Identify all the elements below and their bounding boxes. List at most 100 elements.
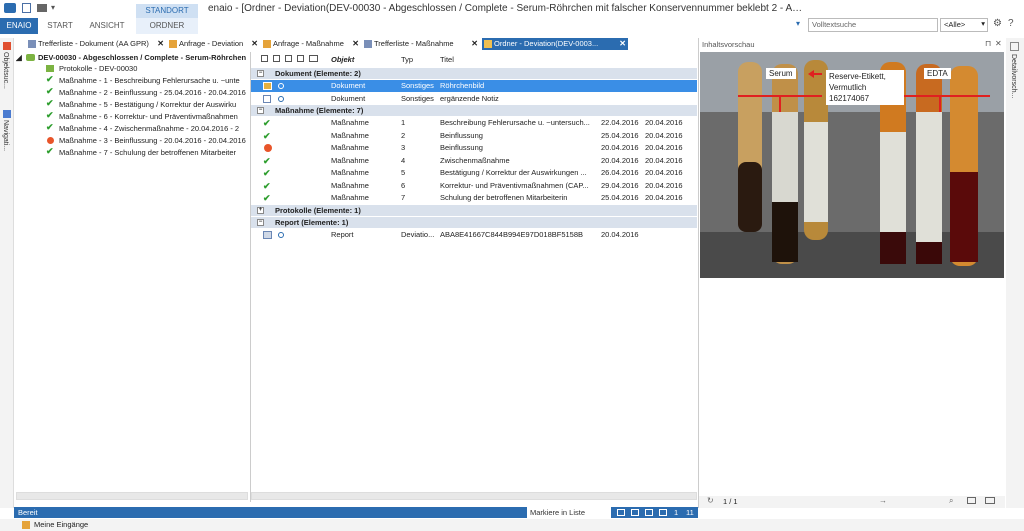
column-header-typ[interactable]: Typ <box>401 55 413 64</box>
sort-icon[interactable] <box>273 55 280 62</box>
marker-field[interactable]: Markiere in Liste <box>527 507 611 518</box>
tree-item[interactable]: Protokolle - DEV-00030 <box>46 63 248 74</box>
search-scope-select[interactable]: <Alle> ▾ <box>940 18 988 32</box>
list-view-icon[interactable] <box>631 509 639 516</box>
tab-anfrage-deviation[interactable]: Anfrage - Deviation ✕ <box>167 38 260 50</box>
table-row[interactable]: Maßnahme 3 Beinflussung 20.04.2016 20.04.201… <box>251 142 697 154</box>
sidebar-item-detailvorschau[interactable]: Detailvorsch... <box>1010 54 1017 98</box>
tab-trefferliste-dokument[interactable]: Trefferliste - Dokument (AA GPR) ✕ <box>26 38 166 50</box>
print-icon[interactable] <box>297 55 304 62</box>
table-row[interactable]: Dokument Sonstiges ergänzende Notiz <box>251 93 697 105</box>
layout-icon[interactable] <box>985 497 995 504</box>
window-title: enaio - [Ordner - Deviation(DEV-00030 - … <box>208 3 808 14</box>
help-icon[interactable]: ? <box>1008 18 1014 29</box>
tab-anfrage-massnahme[interactable]: Anfrage - Maßnahme ✕ <box>261 38 361 50</box>
cell-typ: Sonstiges <box>401 81 434 90</box>
columns-icon[interactable] <box>309 55 318 62</box>
list-scrollbar[interactable] <box>251 492 697 500</box>
table-row[interactable]: Report Deviatio... ABA8E41667C844B994E97D0… <box>251 229 697 241</box>
dropdown-icon[interactable]: ▾ <box>51 3 55 12</box>
close-icon[interactable]: ✕ <box>251 38 258 50</box>
total-count: 11 <box>686 508 694 517</box>
tree-view-icon[interactable] <box>617 509 625 516</box>
navigation-icon[interactable] <box>3 110 11 118</box>
pin-icon[interactable]: ⊓ <box>985 39 991 48</box>
table-row[interactable]: ✔ Maßnahme 4 Zwischenmaßnahme 20.04.2016 20.0… <box>251 155 697 167</box>
filter-icon[interactable] <box>261 55 268 62</box>
fulltext-search-input[interactable]: Volltextsuche <box>808 18 938 32</box>
arrow-right-icon[interactable]: → <box>879 496 887 505</box>
tree-item[interactable]: ✔ Maßnahme - 6 - Korrektur- und Präventiv… <box>46 111 248 122</box>
detail-preview-icon[interactable] <box>1010 42 1019 51</box>
table-row[interactable]: ✔ Maßnahme 1 Beschreibung Fehlerursache u. … <box>251 117 697 129</box>
close-icon[interactable]: ✕ <box>352 38 359 50</box>
print-icon[interactable] <box>37 4 47 12</box>
cell-d2: 20.04.2016 <box>645 118 683 127</box>
close-icon[interactable]: ✕ <box>471 38 478 50</box>
meine-eingaenge-link[interactable]: Meine Eingänge <box>34 519 88 531</box>
preview-title: Inhaltsvorschau <box>702 40 755 49</box>
tree-item[interactable]: ✔ Maßnahme - 5 - Bestätigung / Korrektur … <box>46 99 248 110</box>
tree-item[interactable]: ✔ Maßnahme - 4 - Zwischenmaßnahme - 20.04… <box>46 123 248 134</box>
tab-label: Trefferliste - Maßnahme <box>374 39 454 48</box>
ribbon-tab-enaio[interactable]: ENAIO <box>0 18 38 34</box>
column-header-titel[interactable]: Titel <box>440 55 454 64</box>
lock-icon[interactable] <box>285 55 292 62</box>
sidebar-item-objektsuche[interactable]: Objektsuc... <box>2 52 9 89</box>
collapse-icon[interactable]: − <box>257 70 264 77</box>
right-sidebar-strip: Detailvorsch... <box>1006 38 1024 508</box>
collapse-icon[interactable]: + <box>257 206 264 214</box>
zoom-icon[interactable]: ⌕ <box>949 496 953 506</box>
table-row[interactable]: ✔ Maßnahme 7 Schulung der betroffenen Mitar… <box>251 192 697 204</box>
sidebar-item-navigation[interactable]: Navigati... <box>2 120 9 151</box>
cell-d1: 20.04.2016 <box>601 229 639 239</box>
tree-item-label: Maßnahme - 2 - Beinflussung - 25.04.2016… <box>59 88 246 97</box>
cell-titel: Korrektur- und Präventivmaßnahmen (CAP..… <box>440 180 589 190</box>
collapse-icon[interactable]: − <box>257 218 264 226</box>
tree-item[interactable]: ✔ Maßnahme - 1 - Beschreibung Fehlerursac… <box>46 75 248 86</box>
tab-ordner-deviation[interactable]: Ordner - Deviation(DEV-0003... ✕ <box>482 38 628 50</box>
group-header[interactable]: − Report (Elemente: 1) <box>251 216 697 228</box>
tree-item[interactable]: ✔ Maßnahme - 7 - Schulung der betroffenen… <box>46 147 248 158</box>
fit-icon[interactable] <box>967 497 976 504</box>
status-bar: Bereit Markiere in Liste 1 11 <box>14 507 698 518</box>
group-header[interactable]: − Dokument (Elemente: 2) <box>251 68 697 79</box>
search-dropdown-icon[interactable]: ▾ <box>796 19 800 28</box>
tree-scrollbar[interactable] <box>16 492 248 500</box>
expand-icon[interactable]: ◢ <box>16 52 22 63</box>
group-label: Protokolle (Elemente: 1) <box>275 205 361 215</box>
close-icon[interactable]: ✕ <box>619 38 626 50</box>
tree-item-label: Maßnahme - 7 - Schulung der betroffenen … <box>59 148 237 157</box>
table-row[interactable]: ✔ Maßnahme 5 Bestätigung / Korrektur der Au… <box>251 167 697 179</box>
close-icon[interactable]: ✕ <box>157 38 164 50</box>
check-icon: ✔ <box>46 123 54 132</box>
cell-nr: 7 <box>401 193 406 202</box>
tab-trefferliste-massnahme[interactable]: Trefferliste - Maßnahme ✕ <box>362 38 480 50</box>
cell-nr: 3 <box>401 143 406 152</box>
group-header[interactable]: + Protokolle (Elemente: 1) <box>251 204 697 216</box>
column-header-objekt[interactable]: Objekt <box>331 55 354 64</box>
ribbon-tab-ordner[interactable]: ORDNER <box>136 18 198 34</box>
group-header[interactable]: − Maßnahme (Elemente: 7) <box>251 105 697 116</box>
ribbon-tab-start[interactable]: START <box>40 18 80 34</box>
refresh-icon[interactable]: ↻ <box>707 496 714 505</box>
app-logo-icon[interactable] <box>4 3 16 13</box>
new-icon[interactable] <box>22 3 31 13</box>
grid-view-icon[interactable] <box>659 509 667 516</box>
object-search-icon[interactable] <box>3 42 11 50</box>
collapse-icon[interactable]: − <box>257 107 264 114</box>
close-icon[interactable]: ✕ <box>995 39 1002 48</box>
cell-titel: Röhrchenbild <box>440 81 485 90</box>
document-tabs: Trefferliste - Dokument (AA GPR) ✕ Anfra… <box>26 38 696 50</box>
tree-item[interactable]: ✔ Maßnahme - 2 - Beinflussung - 25.04.201… <box>46 87 248 98</box>
settings-icon[interactable]: ⚙ <box>993 18 1002 29</box>
tree-root[interactable]: ◢ DEV-00030 - Abgeschlossen / Complete -… <box>16 52 248 63</box>
table-row[interactable]: ✔ Maßnahme 2 Beinflussung 25.04.2016 20.04.20… <box>251 130 697 142</box>
table-row[interactable]: ✔ Maßnahme 6 Korrektur- und Präventivmaßnah… <box>251 180 697 192</box>
table-row[interactable]: Dokument Sonstiges Röhrchenbild <box>251 80 697 92</box>
tree-item[interactable]: Maßnahme - 3 - Beinflussung - 20.04.2016… <box>46 135 248 146</box>
ribbon-tab-ansicht[interactable]: ANSICHT <box>82 18 132 34</box>
table-view-icon[interactable] <box>645 509 653 516</box>
cell-nr: 5 <box>401 168 406 177</box>
cell-d2: 20.04.2016 <box>645 143 683 152</box>
